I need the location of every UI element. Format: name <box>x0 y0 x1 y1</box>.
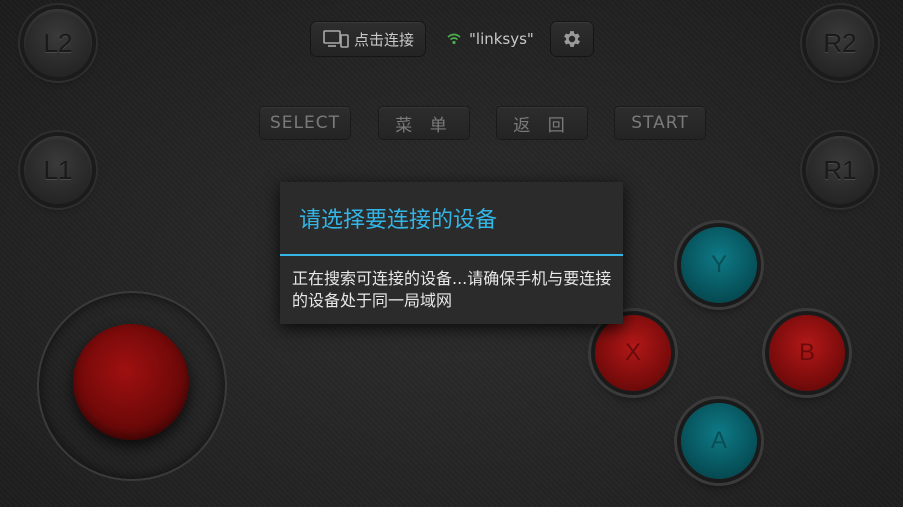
select-label: SELECT <box>270 113 340 133</box>
menu-button[interactable]: 菜 单 <box>379 107 469 139</box>
select-device-dialog: 请选择要连接的设备 正在搜索可连接的设备...请确保手机与要连接的设备处于同一局… <box>280 182 623 324</box>
gear-icon <box>561 28 583 50</box>
dialog-divider <box>280 254 623 256</box>
b-button[interactable]: B <box>769 315 845 391</box>
r1-label: R1 <box>823 154 857 185</box>
l2-button[interactable]: L2 <box>24 9 92 77</box>
start-label: START <box>631 113 689 133</box>
x-button[interactable]: X <box>595 315 671 391</box>
settings-button[interactable] <box>551 22 593 56</box>
select-button[interactable]: SELECT <box>260 107 350 139</box>
joystick-knob[interactable] <box>73 324 189 440</box>
back-button[interactable]: 返 回 <box>497 107 587 139</box>
l2-label: L2 <box>43 27 73 58</box>
r2-button[interactable]: R2 <box>806 9 874 77</box>
b-label: B <box>798 339 815 366</box>
back-label: 返 回 <box>513 115 571 136</box>
r2-label: R2 <box>823 27 857 58</box>
connect-label: 点击连接 <box>353 30 414 49</box>
wifi-status: "linksys" <box>447 30 534 48</box>
dialog-title: 请选择要连接的设备 <box>299 208 498 233</box>
dialog-message: 正在搜索可连接的设备...请确保手机与要连接的设备处于同一局域网 <box>292 269 612 310</box>
r1-button[interactable]: R1 <box>806 136 874 204</box>
start-button[interactable]: START <box>615 107 705 139</box>
menu-label: 菜 单 <box>395 115 453 136</box>
l1-button[interactable]: L1 <box>24 136 92 204</box>
screen-link-icon <box>322 29 350 49</box>
wifi-name: "linksys" <box>469 30 534 48</box>
l1-label: L1 <box>43 154 73 185</box>
wifi-icon <box>447 33 461 45</box>
a-label: A <box>710 427 727 454</box>
x-label: X <box>624 339 641 366</box>
y-label: Y <box>710 251 727 278</box>
y-button[interactable]: Y <box>681 227 757 303</box>
a-button[interactable]: A <box>681 403 757 479</box>
connect-button[interactable]: 点击连接 <box>311 22 425 56</box>
